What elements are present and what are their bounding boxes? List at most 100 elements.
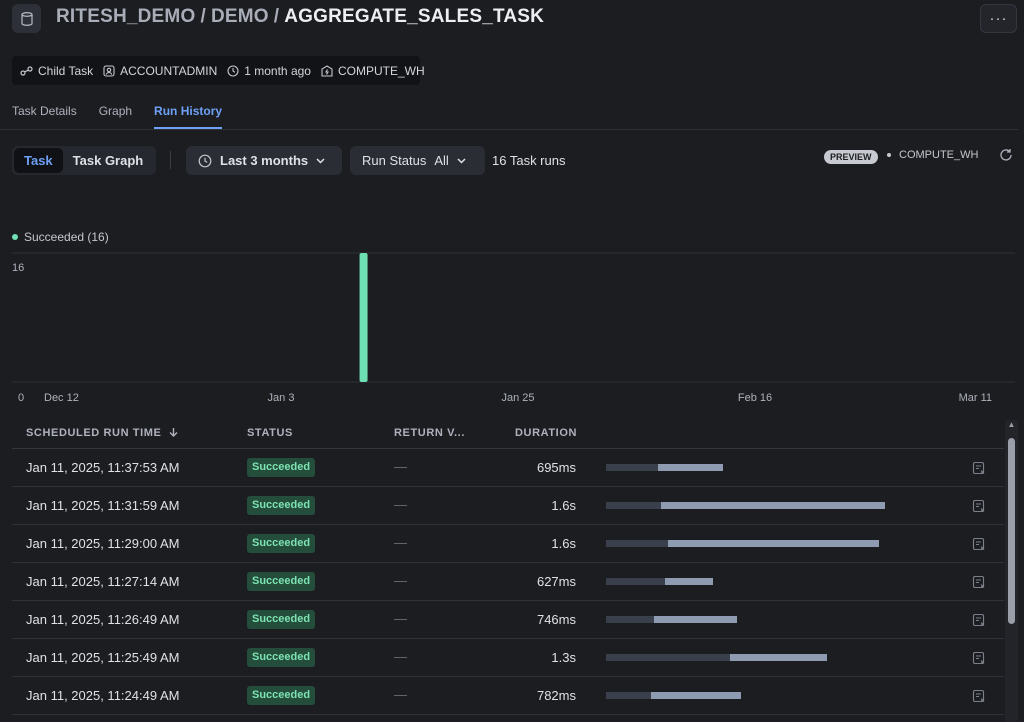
duration-bar-execution xyxy=(658,464,723,471)
column-header-scheduled-run-time[interactable]: SCHEDULED RUN TIME xyxy=(26,427,178,439)
duration-bar-queued xyxy=(606,578,665,585)
query-profile-icon[interactable] xyxy=(972,689,986,703)
cell-return-value: — xyxy=(394,611,407,626)
table-row[interactable]: Jan 11, 2025, 11:31:59 AM Succeeded — 1.6s xyxy=(12,487,1004,525)
cell-return-value: — xyxy=(394,649,407,664)
cell-duration: 746ms xyxy=(536,612,576,627)
database-icon xyxy=(12,4,41,33)
query-profile-icon[interactable] xyxy=(972,575,986,589)
x-tick-label: Mar 11 xyxy=(959,392,992,404)
breadcrumb-database[interactable]: RITESH_DEMO xyxy=(56,6,195,27)
tab-task-details[interactable]: Task Details xyxy=(12,104,77,129)
duration-bar-execution xyxy=(730,654,827,661)
arrow-down-icon xyxy=(169,428,178,437)
more-icon: ··· xyxy=(989,10,1008,27)
column-header-duration[interactable]: DURATION xyxy=(515,427,577,439)
view-toggle: Task Task Graph xyxy=(12,146,156,175)
toolbar-divider xyxy=(170,151,171,169)
run-history-chart: 16 0 Dec 12 Jan 3 Jan 25 Feb 16 Mar 11 xyxy=(12,252,1015,404)
cell-return-value: — xyxy=(394,573,407,588)
status-badge: Succeeded xyxy=(247,572,316,591)
meta-age: 1 month ago xyxy=(227,64,311,78)
view-task-button[interactable]: Task xyxy=(14,148,63,173)
duration-bar-queued xyxy=(606,464,658,471)
tabs-divider xyxy=(0,129,1018,130)
date-range-value: Last 3 months xyxy=(220,153,309,168)
query-profile-icon[interactable] xyxy=(972,499,986,513)
breadcrumb-separator: / xyxy=(273,6,280,27)
table-row[interactable]: Jan 11, 2025, 11:37:53 AM Succeeded — 695ms xyxy=(12,449,1004,487)
cell-duration: 1.6s xyxy=(551,498,576,513)
refresh-icon[interactable] xyxy=(999,148,1013,162)
table-row[interactable]: Jan 11, 2025, 11:24:49 AM Succeeded — 782ms xyxy=(12,677,1004,715)
table-row[interactable]: Jan 11, 2025, 11:26:49 AM Succeeded — 746ms xyxy=(12,601,1004,639)
x-tick-label: Feb 16 xyxy=(738,392,772,404)
cell-scheduled-time: Jan 11, 2025, 11:24:49 AM xyxy=(26,688,180,703)
column-header-return-value[interactable]: RETURN V... xyxy=(394,427,465,439)
clock-icon xyxy=(198,154,212,167)
chart-bar-succeeded xyxy=(359,253,368,382)
run-status-value: All xyxy=(434,153,449,168)
cell-scheduled-time: Jan 11, 2025, 11:29:00 AM xyxy=(26,536,180,551)
child-task-icon xyxy=(20,65,33,76)
view-task-graph-button[interactable]: Task Graph xyxy=(63,148,154,173)
breadcrumb-schema[interactable]: DEMO xyxy=(211,6,269,27)
cell-return-value: — xyxy=(394,497,407,512)
task-runs-count: 16 Task runs xyxy=(492,153,566,168)
query-profile-icon[interactable] xyxy=(972,537,986,551)
duration-bar-execution xyxy=(661,502,885,509)
cell-duration: 1.6s xyxy=(551,536,576,551)
tab-run-history[interactable]: Run History xyxy=(154,104,223,129)
status-badge: Succeeded xyxy=(247,458,316,477)
x-tick-label: Dec 12 xyxy=(44,392,79,404)
task-meta-strip: Child Task ACCOUNTADMIN 1 month ago COMP… xyxy=(12,56,425,85)
query-profile-icon[interactable] xyxy=(972,651,986,665)
query-profile-icon[interactable] xyxy=(972,461,986,475)
duration-bar-execution xyxy=(654,616,737,623)
table-row[interactable]: Jan 11, 2025, 11:25:49 AM Succeeded — 1.3s xyxy=(12,639,1004,677)
user-role-icon xyxy=(103,64,115,77)
status-badge: Succeeded xyxy=(247,534,316,553)
scrollbar-thumb[interactable] xyxy=(1008,438,1015,624)
status-badge: Succeeded xyxy=(247,648,316,667)
cell-duration: 627ms xyxy=(536,574,576,589)
duration-bar-queued xyxy=(606,692,651,699)
table-row[interactable]: Jan 11, 2025, 11:27:14 AM Succeeded — 627ms xyxy=(12,563,1004,601)
query-profile-icon[interactable] xyxy=(972,613,986,627)
chevron-down-icon xyxy=(457,157,466,164)
cell-duration: 782ms xyxy=(536,688,576,703)
date-range-dropdown[interactable]: Last 3 months xyxy=(186,146,342,175)
preview-badge: PREVIEW xyxy=(824,150,878,164)
breadcrumb-separator: / xyxy=(200,6,206,27)
cell-scheduled-time: Jan 11, 2025, 11:31:59 AM xyxy=(26,498,180,513)
cell-duration: 1.3s xyxy=(551,650,576,665)
meta-role: ACCOUNTADMIN xyxy=(103,64,217,78)
y-tick-label: 16 xyxy=(12,262,24,274)
column-header-status[interactable]: STATUS xyxy=(247,427,293,439)
more-options-button[interactable]: ··· xyxy=(980,4,1017,33)
tab-graph[interactable]: Graph xyxy=(99,104,132,129)
clock-icon xyxy=(227,64,239,77)
meta-warehouse: COMPUTE_WH xyxy=(321,64,425,78)
warehouse-icon xyxy=(321,64,333,77)
duration-bar-queued xyxy=(606,654,730,661)
cell-return-value: — xyxy=(394,687,407,702)
table-row[interactable]: Jan 11, 2025, 11:29:00 AM Succeeded — 1.6s xyxy=(12,525,1004,563)
meta-task-type: Child Task xyxy=(20,64,93,78)
page-title: RITESH_DEMO / DEMO / AGGREGATE_SALES_TASK xyxy=(56,6,544,28)
duration-bar-queued xyxy=(606,616,654,623)
y-tick-label: 0 xyxy=(18,392,24,404)
cell-scheduled-time: Jan 11, 2025, 11:27:14 AM xyxy=(26,574,180,589)
cell-return-value: — xyxy=(394,459,407,474)
run-status-label: Run Status xyxy=(362,153,427,168)
cell-scheduled-time: Jan 11, 2025, 11:25:49 AM xyxy=(26,650,180,665)
status-badge: Succeeded xyxy=(247,686,316,705)
duration-bar-queued xyxy=(606,502,661,509)
tab-bar: Task Details Graph Run History xyxy=(12,104,223,129)
scroll-up-icon[interactable]: ▲ xyxy=(1006,420,1017,432)
warehouse-indicator: COMPUTE_WH xyxy=(887,149,978,161)
status-dot-icon xyxy=(887,153,891,157)
run-status-dropdown[interactable]: Run Status All xyxy=(350,146,485,175)
cell-duration: 695ms xyxy=(536,460,576,475)
status-badge: Succeeded xyxy=(247,610,316,629)
